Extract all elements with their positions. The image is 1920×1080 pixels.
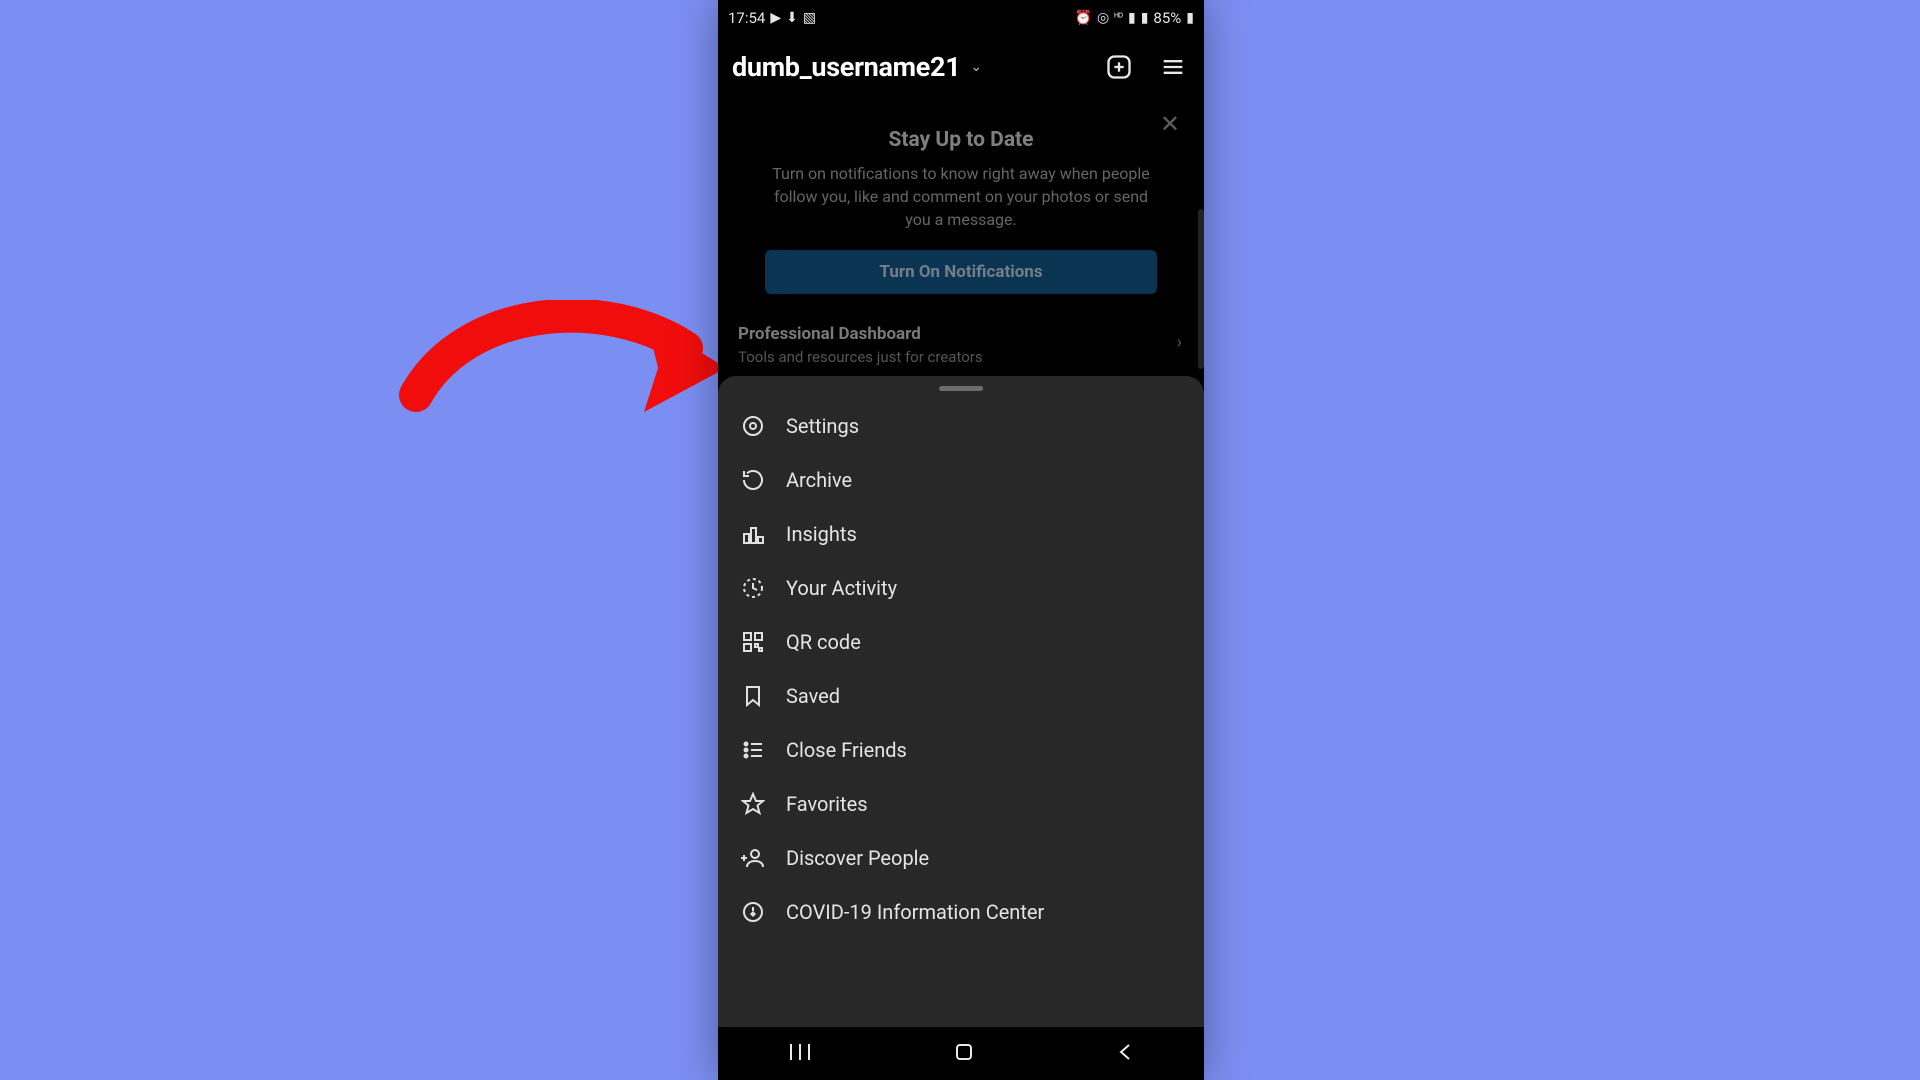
menu-discover-people[interactable]: Discover People	[718, 831, 1204, 885]
chevron-right-icon: ›	[1177, 332, 1182, 353]
settings-icon	[740, 413, 766, 439]
discover-people-icon	[740, 845, 766, 871]
menu-archive-label: Archive	[786, 468, 852, 492]
stage: 17:54 ▶ ⬇ ▧ ⏰ ◎ ᴴᴰ ▮ ▮ 85% ▮ dumb_userna…	[0, 0, 1920, 1080]
battery-icon: ▮	[1186, 11, 1194, 25]
professional-dashboard-row[interactable]: Professional Dashboard Tools and resourc…	[738, 324, 1184, 366]
insights-icon	[740, 521, 766, 547]
saved-icon	[740, 683, 766, 709]
menu-qr-code-label: QR code	[786, 630, 861, 654]
account-switcher[interactable]: dumb_username21 ⌄	[732, 51, 982, 83]
scrollbar[interactable]	[1198, 209, 1204, 369]
alarm-icon: ⏰	[1075, 11, 1092, 25]
menu-saved[interactable]: Saved	[718, 669, 1204, 723]
menu-settings-label: Settings	[786, 414, 859, 438]
username-label: dumb_username21	[732, 51, 960, 83]
annotation-arrow-icon	[396, 300, 726, 430]
profile-background: ✕ Stay Up to Date Turn on notifications …	[718, 98, 1204, 366]
menu-discover-people-label: Discover People	[786, 846, 929, 870]
menu-your-activity-label: Your Activity	[786, 576, 897, 600]
menu-covid-info-label: COVID-19 Information Center	[786, 900, 1044, 924]
archive-icon	[740, 467, 766, 493]
android-nav-bar	[718, 1027, 1204, 1080]
nav-back-button[interactable]	[1115, 1041, 1135, 1067]
professional-dashboard-title: Professional Dashboard	[738, 324, 1184, 344]
status-time: 17:54	[728, 9, 765, 27]
menu-favorites-label: Favorites	[786, 792, 868, 816]
menu-favorites[interactable]: Favorites	[718, 777, 1204, 831]
professional-dashboard-subtitle: Tools and resources just for creators	[738, 348, 1184, 366]
menu-insights-label: Insights	[786, 522, 857, 546]
nav-home-button[interactable]	[952, 1040, 976, 1068]
menu-close-friends[interactable]: Close Friends	[718, 723, 1204, 777]
qr-code-icon	[740, 629, 766, 655]
phone-frame: 17:54 ▶ ⬇ ▧ ⏰ ◎ ᴴᴰ ▮ ▮ 85% ▮ dumb_userna…	[718, 0, 1204, 1080]
card-icon: ▧	[803, 11, 816, 25]
hotspot-icon: ◎	[1097, 11, 1109, 25]
menu-settings[interactable]: Settings	[718, 399, 1204, 453]
turn-on-notifications-button[interactable]: Turn On Notifications	[765, 250, 1157, 294]
nav-recents-button[interactable]	[787, 1041, 813, 1067]
menu-your-activity[interactable]: Your Activity	[718, 561, 1204, 615]
menu-insights[interactable]: Insights	[718, 507, 1204, 561]
menu-covid-info[interactable]: COVID-19 Information Center	[718, 885, 1204, 939]
create-button[interactable]	[1102, 50, 1136, 84]
menu-saved-label: Saved	[786, 684, 840, 708]
options-bottom-sheet: Settings Archive Insights Your Activity	[718, 376, 1204, 1027]
menu-qr-code[interactable]: QR code	[718, 615, 1204, 669]
hamburger-menu-button[interactable]	[1156, 50, 1190, 84]
notifications-card-subtitle: Turn on notifications to know right away…	[761, 162, 1161, 232]
notifications-card-title: Stay Up to Date	[738, 128, 1184, 152]
favorites-icon	[740, 791, 766, 817]
close-card-button[interactable]: ✕	[1160, 110, 1180, 138]
menu-close-friends-label: Close Friends	[786, 738, 907, 762]
menu-archive[interactable]: Archive	[718, 453, 1204, 507]
close-friends-icon	[740, 737, 766, 763]
status-bar: 17:54 ▶ ⬇ ▧ ⏰ ◎ ᴴᴰ ▮ ▮ 85% ▮	[718, 0, 1204, 36]
volte-icon: ᴴᴰ	[1114, 13, 1123, 23]
covid-info-icon	[740, 899, 766, 925]
battery-percent: 85%	[1153, 9, 1181, 27]
youtube-icon: ▶	[770, 11, 781, 25]
sheet-drag-handle[interactable]	[939, 386, 983, 391]
signal-1-icon: ▮	[1128, 11, 1136, 25]
download-icon: ⬇	[786, 11, 798, 25]
signal-2-icon: ▮	[1141, 11, 1149, 25]
chevron-down-icon: ⌄	[970, 59, 982, 75]
app-bar: dumb_username21 ⌄	[718, 36, 1204, 98]
your-activity-icon	[740, 575, 766, 601]
